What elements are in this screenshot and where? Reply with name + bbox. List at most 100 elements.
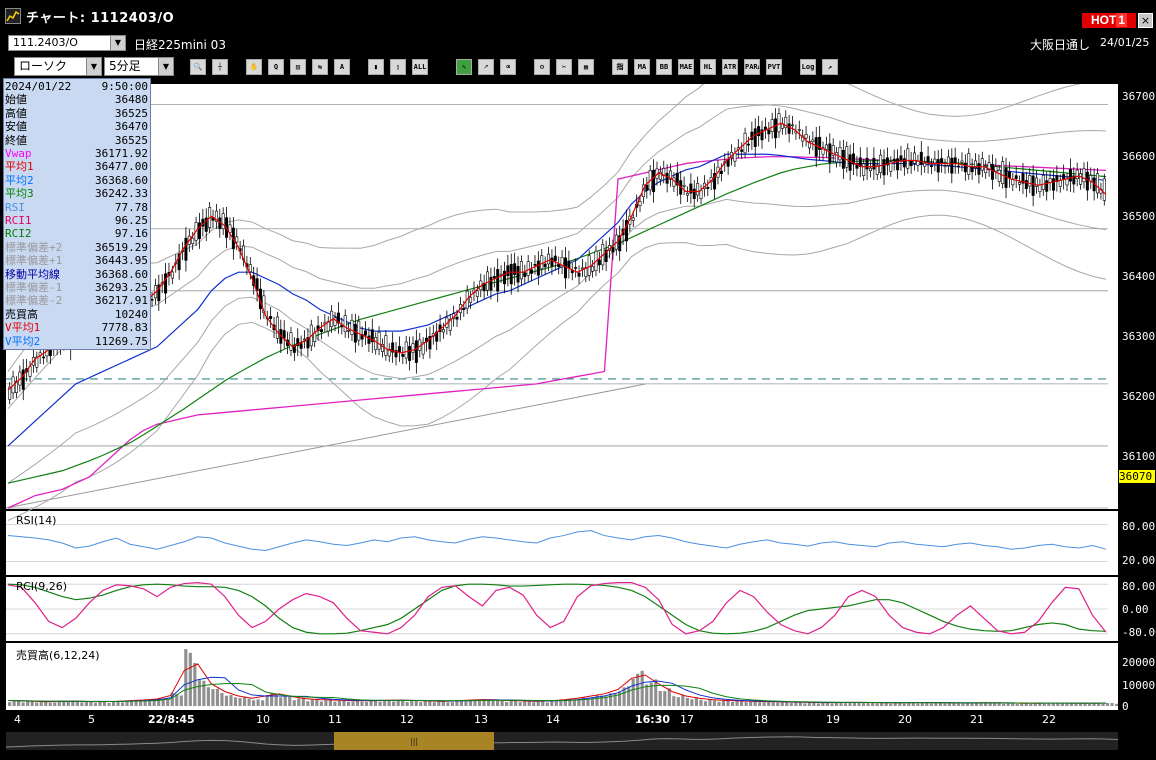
volume-bar [785, 702, 789, 706]
info-key: RCI1 [5, 214, 32, 227]
volume-bar [387, 700, 391, 706]
close-button[interactable]: × [1138, 13, 1153, 28]
volume-bar [997, 703, 1001, 706]
chevron-down-icon[interactable]: ▼ [86, 58, 101, 75]
crosshair-icon[interactable]: ┼ [212, 59, 228, 75]
info-row: V平均1 7778.83 [4, 322, 150, 334]
mae-icon[interactable]: MAE [678, 59, 694, 75]
wrench-icon[interactable]: ✂ [556, 59, 572, 75]
text-icon[interactable]: A [334, 59, 350, 75]
interval-select[interactable]: 5分足 ▼ [104, 57, 174, 76]
candle-body [513, 263, 517, 275]
volume-bar [699, 699, 703, 706]
volume-bar [563, 700, 567, 706]
pencil-icon[interactable]: ✎ [456, 59, 472, 75]
q-icon[interactable]: Q [268, 59, 284, 75]
time-scrollbar[interactable] [6, 732, 1118, 750]
scrollbar-thumb[interactable]: ||| [334, 732, 494, 750]
hot-button[interactable]: HOT 1 [1082, 13, 1136, 28]
symbol-combo[interactable]: 111.2403/O ▼ [8, 35, 126, 51]
chevron-down-icon[interactable]: ▼ [110, 36, 125, 50]
compare-icon[interactable]: ⇆ [312, 59, 328, 75]
volume-bar [500, 700, 504, 706]
volume-bar [658, 690, 662, 706]
symbol-code: 111.2403/O [13, 36, 78, 49]
info-key: 移動平均線 [5, 267, 60, 281]
info-row: 高値 36525 [4, 107, 150, 120]
volume-bar [780, 702, 784, 706]
volume-bar [419, 702, 423, 706]
pvt-icon[interactable]: PVT [766, 59, 782, 75]
info-key: 2024/01/22 [5, 80, 72, 93]
candle-body [516, 266, 520, 283]
info-key: RCI2 [5, 227, 32, 241]
candle-body [882, 159, 886, 176]
candle-body [685, 192, 689, 196]
zoom-icon[interactable]: 🔍 [190, 59, 206, 75]
info-value: 36293.25 [95, 281, 148, 294]
bollinger-upper2 [7, 84, 1082, 372]
palette-icon[interactable]: ▦ [578, 59, 594, 75]
candle-body [496, 269, 500, 292]
candle-body [1075, 169, 1079, 180]
volume-bar [202, 680, 206, 706]
candle-body [275, 316, 279, 339]
info-key: 始値 [5, 93, 27, 107]
ma-icon[interactable]: MA [634, 59, 650, 75]
volume-bar [821, 702, 825, 706]
candle-body [811, 139, 815, 142]
chevron-down-icon[interactable]: ▼ [158, 58, 173, 75]
cursor-icon[interactable]: ➚ [478, 59, 494, 75]
info-value: 77.78 [114, 200, 148, 214]
candle2-icon[interactable]: ▯ [390, 59, 406, 75]
x-axis-label: 5 [88, 713, 95, 726]
erase-icon[interactable]: ⌫ [500, 59, 516, 75]
candle-body [475, 290, 479, 297]
candle-icon[interactable]: ▮ [368, 59, 384, 75]
candle-body [469, 296, 473, 303]
volume-bar [1110, 703, 1114, 706]
candle-body [1051, 178, 1055, 191]
export-icon[interactable]: ↗ [822, 59, 838, 75]
candle-body [1068, 169, 1072, 182]
volume-bar [337, 700, 342, 706]
candle-body [994, 166, 998, 172]
info-value: 11269.75 [95, 334, 148, 348]
bollinger-lower1 [7, 189, 1107, 484]
candle-body [926, 156, 930, 164]
toolbar: ローソク ▼ 5分足 ▼ 🔍 ┼ ✋ Q ▥ ⇆ A ▮ ▯ ALL ✎ ➚ ⌫ ⚙ ✂ ▦ 指 MA BB MAE HL A… [0, 54, 1156, 80]
volume-bar [1002, 703, 1006, 706]
log-icon[interactable]: Log [800, 59, 816, 75]
hand-icon[interactable]: ✋ [246, 59, 262, 75]
hl-icon[interactable]: HL [700, 59, 716, 75]
para-icon[interactable]: PARA [744, 59, 760, 75]
candle-body [319, 329, 323, 332]
chart-type-select[interactable]: ローソク ▼ [14, 57, 102, 76]
chart-area[interactable]: RSI(14) RCI(9,26) 売買高(6,12,24) [6, 84, 1118, 710]
candle-body [519, 261, 523, 280]
grip-icon: ||| [410, 737, 419, 746]
candle-body [923, 163, 927, 167]
settings-icon[interactable]: ⚙ [534, 59, 550, 75]
chart-canvas[interactable] [6, 84, 1118, 710]
bb-icon[interactable]: BB [656, 59, 672, 75]
candle-body [1048, 178, 1052, 183]
bars-icon[interactable]: ▥ [290, 59, 306, 75]
volume-bar [907, 702, 911, 706]
volume-bar [889, 703, 893, 706]
candle-body [1058, 180, 1062, 187]
symbol-row: 111.2403/O ▼ 日経225mini 03 大阪日通し 24/01/25 [0, 32, 1156, 54]
volume-bar [798, 702, 802, 706]
candle-body [530, 269, 534, 274]
volume-bar [401, 700, 405, 706]
volume-bar [816, 703, 820, 706]
indicator-icon[interactable]: 指 [612, 59, 628, 75]
all-icon[interactable]: ALL [412, 59, 428, 75]
candle-body [896, 158, 900, 171]
volume-bar [26, 701, 30, 706]
volume-bar [1047, 703, 1051, 706]
atr-icon[interactable]: ATR [722, 59, 738, 75]
volume-bar [229, 695, 233, 706]
candle-body [486, 271, 490, 291]
volume-bar [866, 702, 870, 706]
